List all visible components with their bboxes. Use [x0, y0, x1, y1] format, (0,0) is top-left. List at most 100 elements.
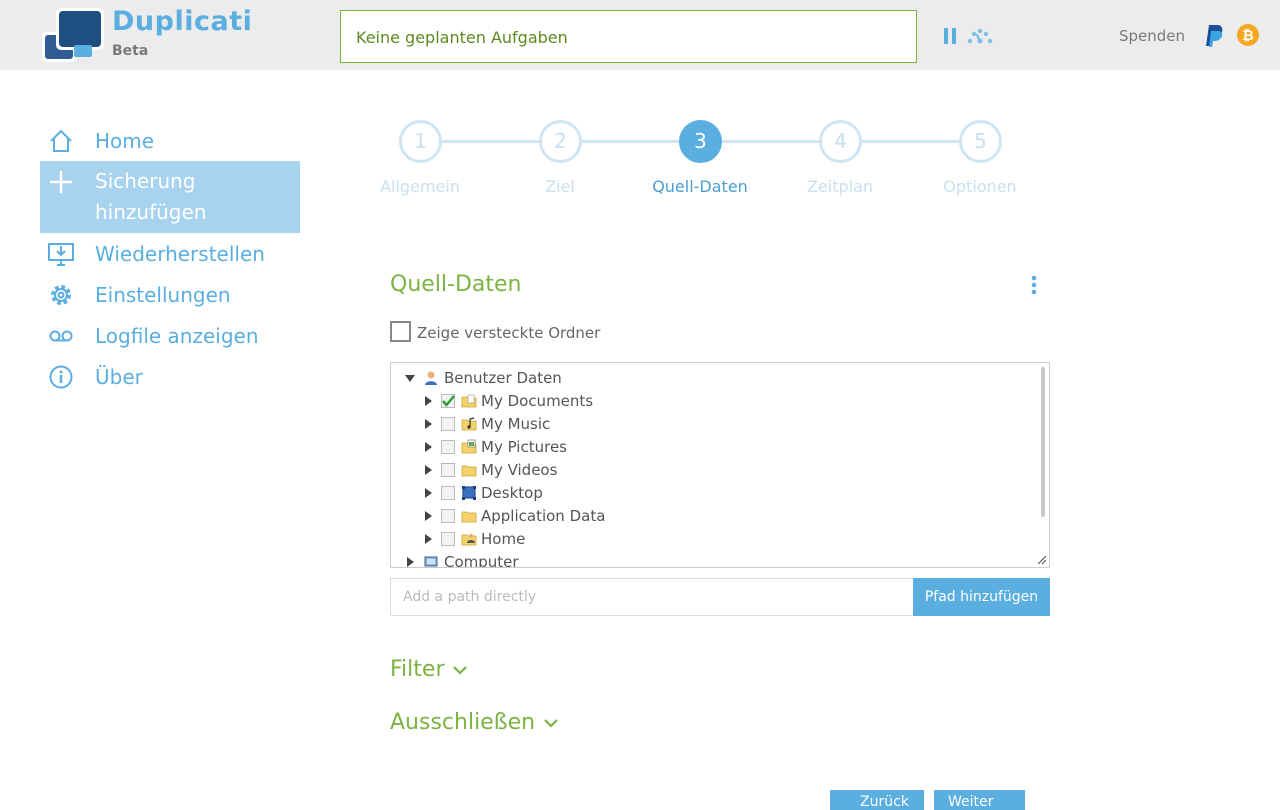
folder-icon	[461, 511, 477, 523]
chevron-down-icon	[453, 666, 468, 675]
tree-item-home[interactable]: Home	[423, 528, 823, 550]
back-button[interactable]: Zurück	[830, 790, 924, 810]
resize-grip-icon[interactable]	[1038, 556, 1046, 564]
exclude-toggle[interactable]: Ausschließen	[390, 710, 559, 735]
show-hidden-label[interactable]: Zeige versteckte Ordner	[417, 324, 600, 342]
section-title: Quell-Daten	[390, 272, 522, 297]
top-bar: Duplicati Beta Keine geplanten Aufgaben …	[0, 0, 1280, 70]
tree-checkbox[interactable]	[441, 463, 455, 477]
exclude-label: Ausschließen	[390, 710, 536, 735]
step-2-label[interactable]: Ziel	[490, 177, 630, 196]
sidebar-item-label: Logfile anzeigen	[95, 324, 259, 348]
tree-item-label: My Music	[481, 415, 551, 433]
tree-item-my-pictures[interactable]: My Pictures	[423, 436, 823, 458]
path-input[interactable]	[390, 578, 913, 616]
tree-scrollbar[interactable]	[1041, 367, 1045, 517]
chevron-down-icon	[544, 719, 558, 728]
step-1-label[interactable]: Allgemein	[350, 177, 490, 196]
status-box[interactable]: Keine geplanten Aufgaben	[340, 10, 917, 63]
sidebar-item-label: Wiederherstellen	[95, 242, 265, 266]
wizard-steps: 1 2 3 4 5 Allgemein Ziel Quell-Daten Zei…	[380, 120, 1040, 200]
status-text: Keine geplanten Aufgaben	[356, 28, 568, 47]
tree-item-application-data[interactable]: Application Data	[423, 505, 823, 527]
tree-item-label: My Pictures	[481, 438, 567, 456]
step-4-circle[interactable]: 4	[819, 120, 862, 163]
collapsed-arrow-icon[interactable]	[405, 557, 415, 567]
voicemail-icon	[49, 330, 73, 342]
collapsed-arrow-icon[interactable]	[423, 511, 433, 521]
paypal-icon[interactable]	[1200, 22, 1226, 48]
collapsed-arrow-icon[interactable]	[423, 419, 433, 429]
tree-item-label: Application Data	[481, 507, 606, 525]
tree-checkbox[interactable]	[441, 486, 455, 500]
filter-toggle[interactable]: Filter	[390, 657, 468, 682]
duplicati-logo-icon[interactable]	[40, 8, 104, 64]
brand-title[interactable]: Duplicati	[112, 6, 252, 37]
tree-root-computer[interactable]: Computer	[405, 551, 705, 568]
sidebar-item-settings[interactable]: Einstellungen	[40, 274, 300, 315]
add-path-button[interactable]: Pfad hinzufügen	[913, 578, 1050, 616]
tree-item-desktop[interactable]: Desktop	[423, 482, 823, 504]
folder-tree[interactable]: Benutzer Daten My Documents My Music My …	[390, 362, 1050, 568]
tree-item-label: Home	[481, 530, 526, 548]
throttle-icon[interactable]	[966, 26, 994, 46]
sidebar-item-label: Einstellungen	[95, 283, 231, 307]
donate-label: Spenden	[1119, 27, 1186, 45]
tree-item-label: Desktop	[481, 484, 543, 502]
sidebar-item-log[interactable]: Logfile anzeigen	[40, 315, 300, 356]
home-icon	[50, 129, 72, 152]
next-button[interactable]: Weiter	[934, 790, 1025, 810]
step-3-label[interactable]: Quell-Daten	[630, 177, 770, 196]
gear-icon	[51, 285, 71, 305]
info-icon	[49, 365, 73, 389]
sidebar-item-label: Sicherung hinzufügen	[95, 169, 207, 224]
sidebar-item-restore[interactable]: Wiederherstellen	[40, 233, 300, 274]
sidebar-item-home[interactable]: Home	[40, 120, 300, 161]
checked-checkbox-icon[interactable]	[441, 394, 455, 408]
collapsed-arrow-icon[interactable]	[423, 396, 433, 406]
tree-item-label: Computer	[444, 553, 519, 568]
collapsed-arrow-icon[interactable]	[423, 534, 433, 544]
pause-icon[interactable]	[940, 26, 960, 46]
collapsed-arrow-icon[interactable]	[423, 442, 433, 452]
home-folder-icon	[461, 533, 477, 546]
sidebar-nav: Home Sicherung hinzufügen Wiederherstell…	[40, 120, 300, 397]
tree-root-user-data[interactable]: Benutzer Daten	[405, 367, 705, 389]
plus-icon	[50, 171, 72, 193]
show-hidden-checkbox[interactable]	[390, 321, 411, 342]
step-4-label[interactable]: Zeitplan	[770, 177, 910, 196]
expanded-arrow-icon[interactable]	[405, 373, 415, 383]
tree-item-my-documents[interactable]: My Documents	[423, 390, 823, 412]
more-options-icon[interactable]	[1028, 275, 1040, 297]
collapsed-arrow-icon[interactable]	[423, 488, 433, 498]
tree-item-my-videos[interactable]: My Videos	[423, 459, 823, 481]
step-2-circle[interactable]: 2	[539, 120, 582, 163]
folder-icon	[461, 465, 477, 477]
user-icon	[425, 371, 437, 385]
tree-item-label: My Videos	[481, 461, 558, 479]
tree-item-label: Benutzer Daten	[444, 369, 562, 387]
collapsed-arrow-icon[interactable]	[423, 465, 433, 475]
step-3-circle[interactable]: 3	[679, 120, 722, 163]
tree-checkbox[interactable]	[441, 509, 455, 523]
step-5-label[interactable]: Optionen	[910, 177, 1050, 196]
step-5-circle[interactable]: 5	[959, 120, 1002, 163]
brand-edition: Beta	[112, 43, 149, 59]
tree-item-label: My Documents	[481, 392, 594, 410]
step-1-circle[interactable]: 1	[399, 120, 442, 163]
tree-checkbox[interactable]	[441, 532, 455, 546]
bitcoin-icon[interactable]: ₿	[1236, 23, 1260, 47]
restore-icon	[48, 243, 74, 266]
documents-folder-icon	[461, 394, 477, 408]
tree-item-my-music[interactable]: My Music	[423, 413, 823, 435]
tree-checkbox[interactable]	[441, 440, 455, 454]
music-folder-icon	[461, 417, 477, 431]
sidebar-item-add-backup[interactable]: Sicherung hinzufügen	[40, 161, 300, 233]
sidebar-item-label: Über	[95, 365, 143, 389]
sidebar-item-about[interactable]: Über	[40, 356, 300, 397]
filter-label: Filter	[390, 657, 445, 682]
tree-checkbox[interactable]	[441, 417, 455, 431]
computer-icon	[424, 556, 438, 567]
desktop-icon	[462, 486, 476, 500]
svg-text:₿: ₿	[1242, 28, 1253, 44]
